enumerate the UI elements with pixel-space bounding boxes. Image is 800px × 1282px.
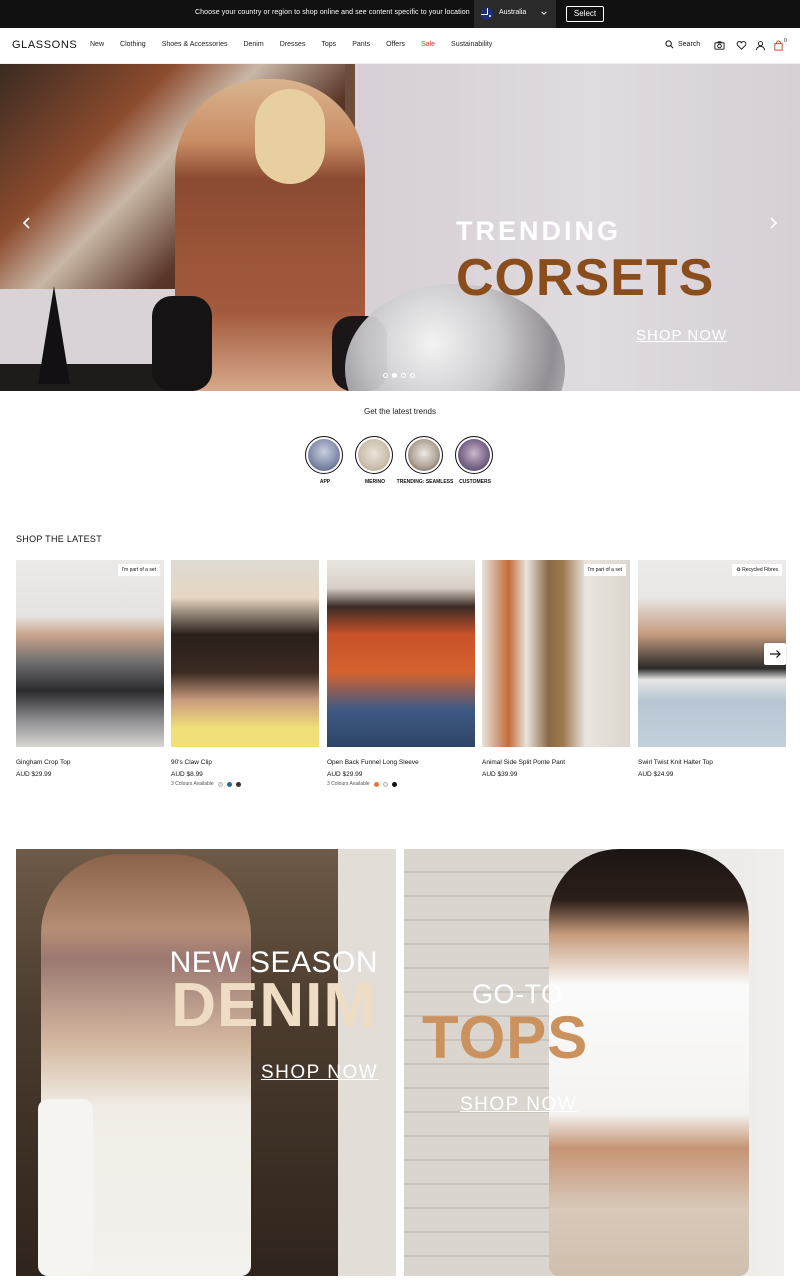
trend-thumbnail [405,436,443,474]
colour-swatch[interactable] [217,781,223,787]
nav-new[interactable]: New [90,41,104,48]
product-price: AUD $24.99 [638,771,674,778]
cart-count: 0 [784,38,787,44]
colour-swatch[interactable] [391,781,397,787]
hero-banner[interactable]: TRENDING CORSETS SHOP NOW [0,64,800,391]
hero-pagination [383,373,415,378]
product-card[interactable]: 90's Claw Clip AUD $8.99 3 Colours Avail… [171,560,319,787]
region-country: Australia [499,9,527,16]
promo-denim-shop-now-link[interactable]: SHOP NOW [261,1062,378,1084]
trend-thumbnail [455,436,493,474]
hero-heading-2: CORSETS [456,249,715,307]
promo-denim-heading-2: DENIM [171,971,376,1040]
arrow-right-icon [770,650,781,658]
promo-tops-shop-now-link[interactable]: SHOP NOW [460,1094,577,1116]
section-title: SHOP THE LATEST [16,534,103,544]
product-image[interactable]: I'm part of a set [482,560,630,747]
camera-icon[interactable] [714,40,725,51]
hero-dot[interactable] [401,373,406,378]
colours-label: 3 Colours Available [327,781,370,787]
shopping-bag-icon[interactable] [773,40,784,51]
hero-dot-active[interactable] [392,373,397,378]
nav-sustainability[interactable]: Sustainability [451,41,492,48]
colours-label: 3 Colours Available [171,781,214,787]
product-price: AUD $29.99 [16,771,52,778]
select-region-button[interactable]: Select [566,6,604,22]
product-name[interactable]: 90's Claw Clip [171,759,212,766]
trend-thumbnail [305,436,343,474]
colour-swatch[interactable] [226,781,232,787]
product-price: AUD $8.99 [171,771,203,778]
product-price: AUD $29.99 [327,771,363,778]
promo-denim-banner[interactable]: NEW SEASON DENIM SHOP NOW [16,849,396,1276]
hero-prev-arrow-icon[interactable] [20,216,34,230]
product-image[interactable]: I'm part of a set [16,560,164,747]
nav-denim[interactable]: Denim [243,41,263,48]
promo-tops-heading-2: TOPS [422,1004,589,1071]
hero-dot[interactable] [383,373,388,378]
product-image[interactable] [171,560,319,747]
product-card[interactable]: I'm part of a set Gingham Crop Top AUD $… [16,560,164,778]
trend-seamless[interactable]: TRENDING: SEAMLESS [397,436,453,485]
trend-label: CUSTOMERS [459,479,491,485]
nav-dresses[interactable]: Dresses [280,41,306,48]
product-card[interactable]: Open Back Funnel Long Sleeve AUD $29.99 … [327,560,475,787]
product-card[interactable]: I'm part of a set Animal Side Split Pont… [482,560,630,778]
product-colours: 3 Colours Available [171,781,241,787]
hero-cone-sculpture [38,286,70,384]
heart-icon[interactable] [736,40,747,51]
australia-flag-icon [481,8,493,20]
colour-swatch[interactable] [373,781,379,787]
product-colours: 3 Colours Available [327,781,397,787]
product-name[interactable]: Swirl Twist Knit Halter Top [638,759,713,766]
search-label: Search [678,41,701,48]
trends-title: Get the latest trends [363,407,437,416]
product-name[interactable]: Gingham Crop Top [16,759,70,766]
logo[interactable]: GLASSONS [12,39,77,51]
search-button[interactable]: Search [665,40,700,49]
product-name[interactable]: Open Back Funnel Long Sleeve [327,759,419,766]
trend-thumbnail [355,436,393,474]
colour-swatch[interactable] [382,781,388,787]
product-tag: I'm part of a set [583,564,626,576]
product-tag: I'm part of a set [117,564,160,576]
hero-jacket-left [152,296,212,391]
promo-denim-shirt [38,1099,93,1276]
hero-heading-1: TRENDING [456,216,621,246]
main-nav: New Clothing Shoes & Accessories Denim D… [90,41,508,48]
product-price: AUD $39.99 [482,771,518,778]
hero-next-arrow-icon[interactable] [766,216,780,230]
region-bar: Choose your country or region to shop on… [0,0,800,28]
nav-tops[interactable]: Tops [321,41,336,48]
site-header: GLASSONS New Clothing Shoes & Accessorie… [0,28,800,64]
nav-sale[interactable]: Sale [421,41,435,48]
trend-customers[interactable]: CUSTOMERS [455,436,495,485]
account-icon[interactable] [755,40,766,51]
search-icon [665,40,674,49]
carousel-next-button[interactable] [764,643,786,665]
promo-tops-banner[interactable]: GO-TO TOPS SHOP NOW [404,849,784,1276]
nav-clothing[interactable]: Clothing [120,41,146,48]
product-tag: ♻ Recycled Fibres [732,564,782,576]
trend-merino[interactable]: MERINO [355,436,395,485]
nav-pants[interactable]: Pants [352,41,370,48]
chevron-down-icon [541,11,547,15]
product-name[interactable]: Animal Side Split Ponte Pant [482,759,565,766]
region-dropdown[interactable]: Australia [474,0,556,28]
colour-swatch[interactable] [235,781,241,787]
trend-app[interactable]: APP [305,436,345,485]
region-message: Choose your country or region to shop on… [195,9,470,16]
hero-model-head [255,89,325,184]
hero-shop-now-link[interactable]: SHOP NOW [636,327,727,344]
product-image[interactable] [327,560,475,747]
nav-offers[interactable]: Offers [386,41,405,48]
product-tag-text: Recycled Fibres [742,567,778,573]
nav-shoes-accessories[interactable]: Shoes & Accessories [162,41,228,48]
hero-dot[interactable] [410,373,415,378]
